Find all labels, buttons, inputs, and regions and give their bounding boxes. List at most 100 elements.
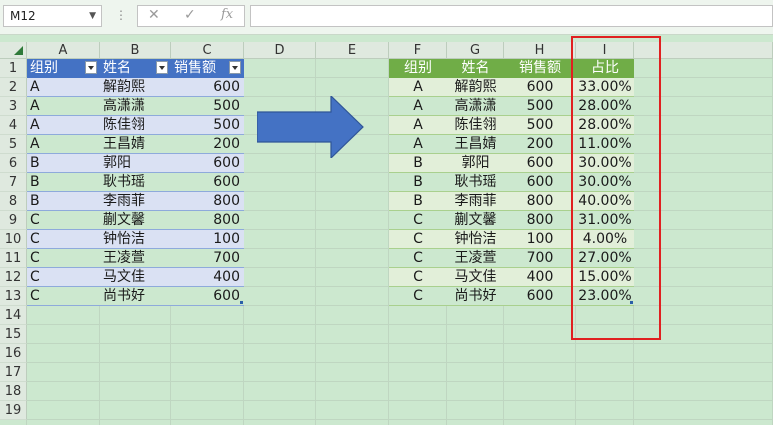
table2-cell[interactable]: A [389,97,447,116]
table1-cell[interactable]: B [27,173,100,192]
table2-cell[interactable]: 500 [504,116,576,135]
table2-cell[interactable]: C [389,287,447,306]
table2-cell[interactable]: A [389,116,447,135]
table1-cell[interactable]: 陈佳翎 [100,116,171,135]
table2-cell[interactable]: 高潇潇 [447,97,504,116]
table1-cell[interactable]: C [27,249,100,268]
column-header-E[interactable]: E [316,42,389,59]
table1-cell[interactable]: 600 [171,173,244,192]
table1-cell[interactable]: 500 [171,116,244,135]
select-all-corner[interactable] [0,42,27,59]
confirm-icon[interactable]: ✓ [184,7,196,23]
table1-header-cell[interactable]: 销售额 [171,59,244,78]
table1-cell[interactable]: 600 [171,154,244,173]
row-header-10[interactable]: 10 [0,230,27,249]
row-header-3[interactable]: 3 [0,97,27,116]
table2-cell[interactable]: A [389,78,447,97]
row-header-17[interactable]: 17 [0,363,27,382]
row-header-5[interactable]: 5 [0,135,27,154]
table2-cell[interactable]: 解韵熙 [447,78,504,97]
row-header-8[interactable]: 8 [0,192,27,211]
table1-cell[interactable]: 高潇潇 [100,97,171,116]
table2-cell[interactable]: 100 [504,230,576,249]
table1-cell[interactable]: 尚书好 [100,287,171,306]
row-header-7[interactable]: 7 [0,173,27,192]
table2-header-cell[interactable]: 销售额 [504,59,576,78]
row-header-16[interactable]: 16 [0,344,27,363]
table1-cell[interactable]: 600 [171,78,244,97]
column-header-G[interactable]: G [447,42,504,59]
filter-dropdown-icon[interactable] [229,61,241,74]
table2-cell[interactable]: 500 [504,97,576,116]
table2-cell[interactable]: 李雨菲 [447,192,504,211]
table2-cell[interactable]: C [389,211,447,230]
table2-cell[interactable]: 400 [504,268,576,287]
table1-cell[interactable]: 500 [171,97,244,116]
table2-cell[interactable]: 800 [504,211,576,230]
table1-cell[interactable]: 马文佳 [100,268,171,287]
row-header-9[interactable]: 9 [0,211,27,230]
table2-cell[interactable]: 王昌婧 [447,135,504,154]
table2-cell[interactable]: 800 [504,192,576,211]
cancel-icon[interactable]: ✕ [148,7,160,23]
column-header-F[interactable]: F [389,42,447,59]
name-box[interactable]: M12 ▼ [3,5,102,27]
table1-cell[interactable]: C [27,287,100,306]
table2-cell[interactable]: 蒯文馨 [447,211,504,230]
table2-cell[interactable]: 200 [504,135,576,154]
table1-cell[interactable]: A [27,78,100,97]
chevron-down-icon[interactable]: ▼ [89,6,96,26]
table1-cell[interactable]: B [27,192,100,211]
formula-input[interactable] [250,5,773,27]
table2-cell[interactable]: 陈佳翎 [447,116,504,135]
table1-cell[interactable]: C [27,268,100,287]
row-header-14[interactable]: 14 [0,306,27,325]
table1-cell[interactable]: 800 [171,192,244,211]
table2-cell[interactable]: 钟怡洁 [447,230,504,249]
table2-cell[interactable]: 600 [504,173,576,192]
table2-header-cell[interactable]: 姓名 [447,59,504,78]
table1-cell[interactable]: 蒯文馨 [100,211,171,230]
table1-cell[interactable]: C [27,230,100,249]
filter-dropdown-icon[interactable] [85,61,97,74]
table1-cell[interactable]: 王昌婧 [100,135,171,154]
row-header-11[interactable]: 11 [0,249,27,268]
table1-cell[interactable]: 李雨菲 [100,192,171,211]
table1-cell[interactable]: 100 [171,230,244,249]
table1-cell[interactable]: A [27,97,100,116]
table1-resize-handle[interactable] [240,301,243,304]
row-header-4[interactable]: 4 [0,116,27,135]
table2-cell[interactable]: A [389,135,447,154]
row-header-15[interactable]: 15 [0,325,27,344]
table1-cell[interactable]: B [27,154,100,173]
table2-cell[interactable]: C [389,230,447,249]
row-header-2[interactable]: 2 [0,78,27,97]
table1-cell[interactable]: 700 [171,249,244,268]
table1-cell[interactable]: 600 [171,287,244,306]
table2-cell[interactable]: B [389,192,447,211]
column-header-D[interactable]: D [244,42,316,59]
table2-cell[interactable]: 马文佳 [447,268,504,287]
filter-dropdown-icon[interactable] [156,61,168,74]
table2-cell[interactable]: 王凌萱 [447,249,504,268]
table1-cell[interactable]: C [27,211,100,230]
row-header-12[interactable]: 12 [0,268,27,287]
table2-header-cell[interactable]: 组别 [389,59,447,78]
table1-cell[interactable]: 解韵熙 [100,78,171,97]
table1-cell[interactable]: A [27,135,100,154]
insert-function-icon[interactable]: fx [221,7,233,22]
column-header-A[interactable]: A [27,42,100,59]
table1-cell[interactable]: 200 [171,135,244,154]
row-header-19[interactable]: 19 [0,401,27,420]
table2-cell[interactable]: 尚书好 [447,287,504,306]
table1-cell[interactable]: 800 [171,211,244,230]
row-header-1[interactable]: 1 [0,59,27,78]
table1-cell[interactable]: A [27,116,100,135]
table2-cell[interactable]: B [389,154,447,173]
column-header-B[interactable]: B [100,42,171,59]
row-header-18[interactable]: 18 [0,382,27,401]
table2-cell[interactable]: 600 [504,78,576,97]
table1-cell[interactable]: 400 [171,268,244,287]
table1-cell[interactable]: 郭阳 [100,154,171,173]
row-header-13[interactable]: 13 [0,287,27,306]
